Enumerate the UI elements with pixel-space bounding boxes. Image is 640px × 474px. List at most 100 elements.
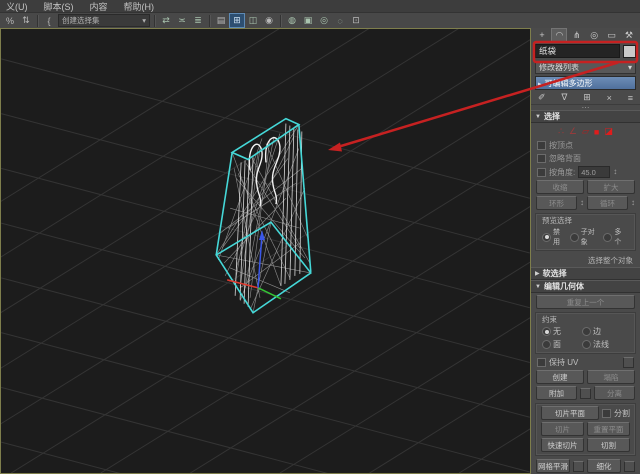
material-editor-icon[interactable]: ◉ [262, 14, 276, 27]
ring-spinner-icon[interactable]: ↕ [580, 199, 584, 207]
motion-tab-icon[interactable]: ◎ [587, 29, 601, 41]
preview-subobj-label: 子对象 [580, 229, 595, 246]
show-end-result-icon[interactable]: ∇ [561, 92, 567, 103]
preview-multi-option[interactable]: 多个 [603, 227, 625, 247]
loop-spinner-icon[interactable]: ↕ [631, 199, 635, 207]
gizmo-z-arrowhead [259, 230, 266, 241]
remove-modifier-icon[interactable]: × [607, 93, 612, 103]
shrink-button[interactable]: 收缩 [536, 180, 584, 194]
rollout-closed-icon: ▶ [535, 271, 540, 277]
constraint-face-option[interactable]: 面 [542, 339, 576, 350]
preserve-uv-settings-button[interactable] [623, 357, 634, 368]
perspective-viewport[interactable] [0, 28, 531, 474]
configure-modifier-sets-icon[interactable]: ≡ [628, 93, 633, 103]
particle-view-icon[interactable]: ⊡ [349, 14, 363, 27]
menu-item-scripting[interactable]: 脚本(S) [44, 0, 74, 13]
selection-status-text: 选择整个对象 [588, 256, 633, 265]
radio-icon [542, 327, 551, 336]
ring-button[interactable]: 环形 [536, 196, 577, 210]
by-vertex-row: 按顶点 [531, 139, 640, 152]
spinner-icon[interactable]: ↕ [613, 168, 617, 176]
render-setup-icon[interactable]: ◍ [285, 14, 299, 27]
constraint-normal-option[interactable]: 法线 [582, 339, 609, 350]
msmooth-settings-button[interactable] [573, 460, 584, 472]
radio-icon [542, 340, 551, 349]
menu-item-content[interactable]: 内容 [90, 0, 108, 13]
detach-button[interactable]: 分离 [594, 386, 635, 400]
by-vertex-checkbox[interactable] [537, 141, 546, 150]
tessellate-button[interactable]: 细化 [587, 459, 621, 473]
by-angle-value-field[interactable]: 45.0 [578, 166, 611, 178]
chevron-down-icon: ▾ [627, 63, 632, 72]
constraint-none-option[interactable]: 无 [542, 326, 576, 337]
preview-off-option[interactable]: 禁用 [542, 227, 564, 247]
preserve-uv-checkbox[interactable] [537, 358, 546, 367]
edit-named-selection-sets-icon[interactable]: { [42, 14, 56, 27]
gizmo-y-axis[interactable] [257, 287, 282, 300]
hierarchy-tab-icon[interactable]: ⋔ [570, 29, 584, 41]
modifier-stack-list[interactable]: ▸ 可编辑多边形 [535, 76, 636, 90]
split-checkbox[interactable] [602, 408, 611, 418]
reset-plane-button[interactable]: 重置平面 [587, 422, 630, 436]
by-angle-checkbox[interactable] [537, 167, 546, 177]
scene-explorer-icon[interactable]: ▤ [214, 14, 228, 27]
constraint-edge-option[interactable]: 边 [582, 326, 601, 337]
grow-button[interactable]: 扩大 [587, 180, 635, 194]
gizmo-z-axis[interactable] [257, 234, 263, 288]
msmooth-button[interactable]: 网格平滑 [536, 459, 570, 473]
object-name-field[interactable]: 纸袋 [535, 44, 620, 58]
slice-button[interactable]: 切片 [541, 422, 584, 436]
attach-button[interactable]: 附加 [536, 386, 577, 400]
mirror-icon[interactable]: ⇄ [159, 14, 173, 27]
rollout-edit-geometry-header[interactable]: ▼ 编辑几何体 [531, 280, 640, 293]
toolbar-separator [280, 14, 281, 27]
preview-subobj-option[interactable]: 子对象 [569, 227, 598, 247]
collapse-button[interactable]: 塌陷 [587, 370, 635, 384]
menu-item-customize[interactable]: 义(U) [6, 0, 28, 13]
edge-subobject-icon[interactable]: ∠ [569, 126, 577, 137]
by-vertex-label: 按顶点 [549, 141, 573, 150]
radio-icon [603, 232, 613, 242]
constraint-edge-label: 边 [593, 327, 601, 336]
schematic-view-icon[interactable]: ◫ [246, 14, 260, 27]
rollout-soft-selection-header[interactable]: ▶ 软选择 [531, 267, 640, 280]
element-subobject-icon[interactable]: ◪ [604, 126, 613, 137]
rollout-open-icon: ▼ [535, 113, 541, 120]
tessellate-settings-button[interactable] [624, 460, 635, 472]
cut-button[interactable]: 切割 [587, 438, 630, 452]
loop-button[interactable]: 循环 [587, 196, 628, 210]
rendered-frame-window-icon[interactable]: ▣ [301, 14, 315, 27]
align-icon[interactable]: ≍ [175, 14, 189, 27]
create-tab-icon[interactable]: + [535, 29, 549, 41]
spinner-snap-toggle-icon[interactable]: ⇅ [19, 14, 33, 27]
make-unique-icon[interactable]: ⊞ [583, 92, 591, 103]
create-button[interactable]: 创建 [536, 370, 584, 384]
attach-list-button[interactable] [580, 387, 591, 399]
stack-item-editable-poly[interactable]: ▸ 可编辑多边形 [536, 77, 635, 89]
rollout-selection-header[interactable]: ▼ 选择 [531, 110, 640, 123]
utilities-tab-icon[interactable]: ⚒ [622, 29, 636, 41]
constraints-group: 约束 无 边 面 法线 [535, 312, 636, 354]
expand-icon[interactable]: ▸ [538, 80, 542, 88]
manage-layers-icon[interactable]: ≣ [191, 14, 205, 27]
repeat-last-button[interactable]: 重复上一个 [536, 295, 635, 309]
ignore-backfacing-checkbox[interactable] [537, 154, 546, 163]
modifier-list-dropdown[interactable]: 修改器列表 ▾ [535, 61, 636, 74]
by-angle-label: 按角度: [549, 167, 576, 177]
percent-snap-toggle-icon[interactable]: % [3, 14, 17, 27]
modify-tab-icon[interactable]: ◠ [551, 28, 568, 42]
menu-item-help[interactable]: 帮助(H) [124, 0, 155, 13]
pin-stack-icon[interactable]: ✐ [538, 92, 546, 103]
quickslice-button[interactable]: 快速切片 [541, 438, 584, 452]
render-production-icon[interactable]: ◎ [317, 14, 331, 27]
object-color-swatch[interactable] [623, 44, 636, 58]
border-subobject-icon[interactable]: ▱ [582, 126, 589, 137]
polygon-subobject-icon[interactable]: ■ [594, 127, 599, 137]
slice-plane-button[interactable]: 切片平面 [541, 406, 599, 420]
named-selection-sets-combo[interactable]: 创建选择集 ▾ [58, 14, 150, 27]
display-tab-icon[interactable]: ▭ [605, 29, 619, 41]
render-iterative-icon[interactable]: ◌ [333, 14, 347, 27]
vertex-subobject-icon[interactable]: ∴ [558, 126, 564, 137]
curve-editor-icon[interactable]: ⊞ [229, 13, 245, 28]
viewport-canvas[interactable] [1, 29, 530, 473]
